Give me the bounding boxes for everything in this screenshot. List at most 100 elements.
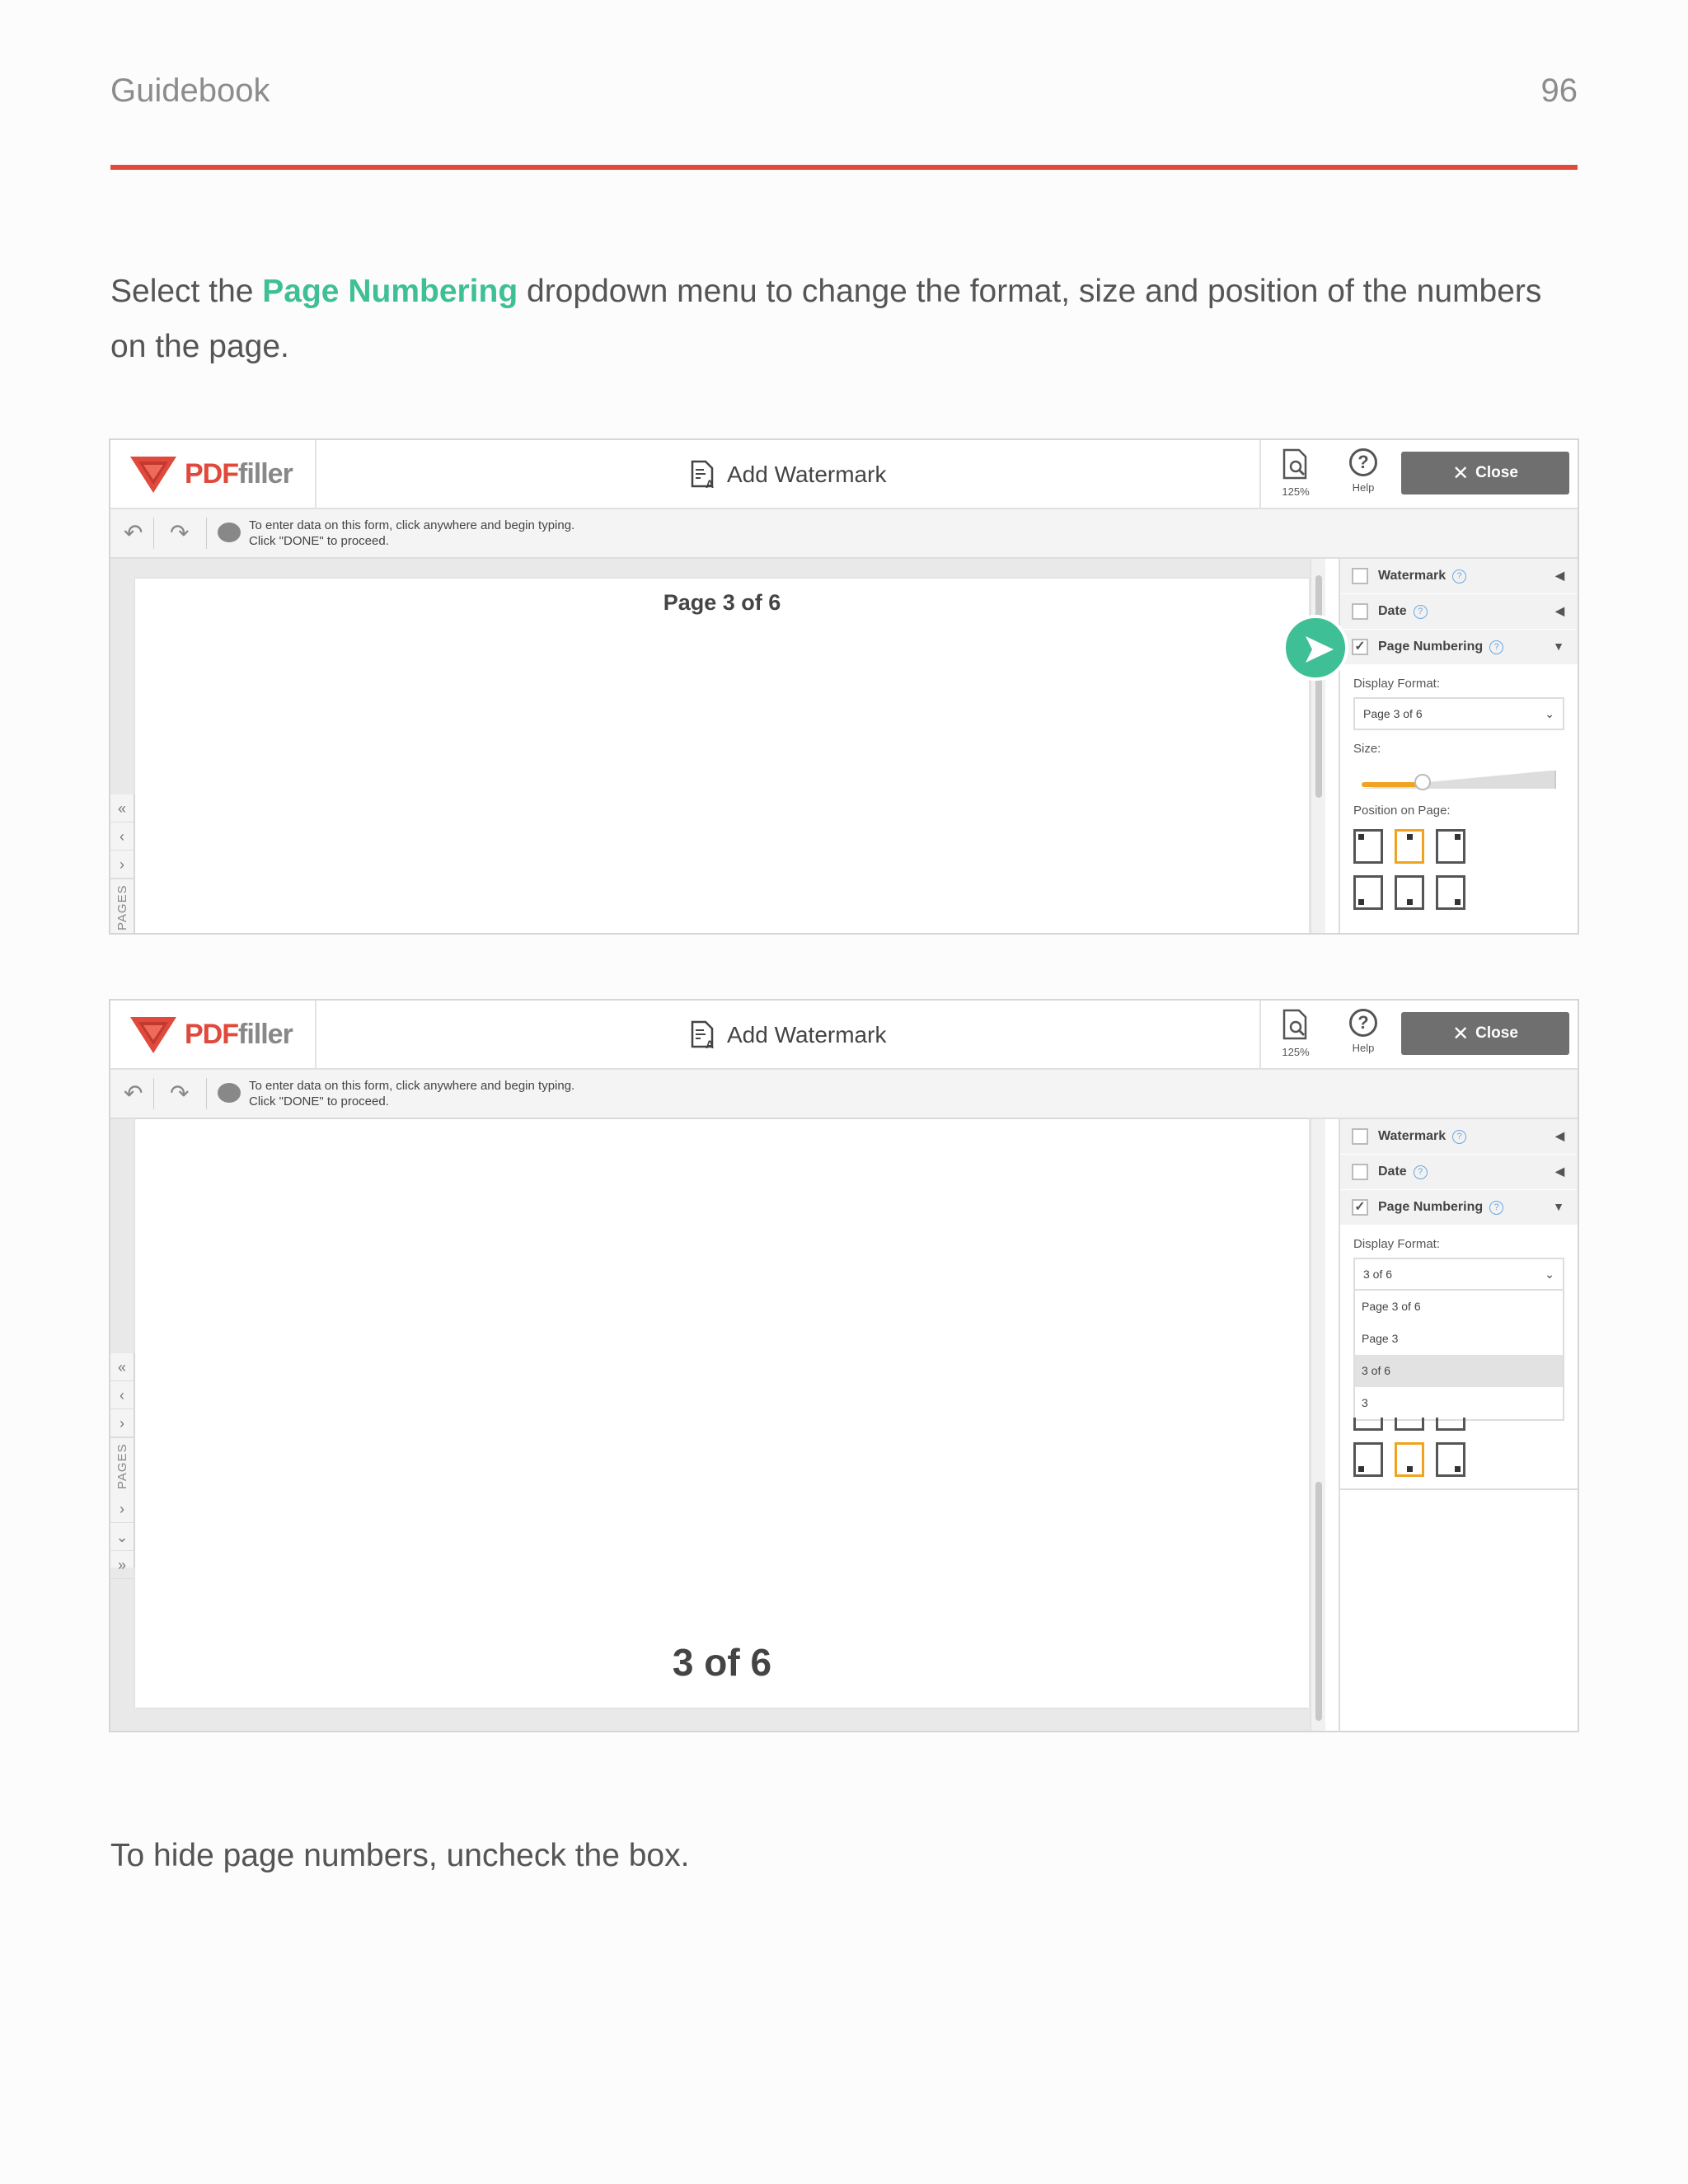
- down-page-icon[interactable]: ⌄: [110, 1523, 134, 1551]
- slider-knob[interactable]: [1414, 774, 1431, 790]
- dropdown-option[interactable]: Page 3: [1355, 1323, 1563, 1355]
- divider: [153, 1078, 154, 1109]
- position-top-right[interactable]: [1436, 1418, 1465, 1431]
- document-area[interactable]: 3 of 6: [110, 1119, 1325, 1731]
- prev-page-icon[interactable]: ‹: [110, 823, 134, 851]
- pdffiller-logo-icon: [130, 1017, 176, 1053]
- display-format-label: Display Format:: [1353, 677, 1441, 691]
- page-numbering-row[interactable]: ✓ Page Numbering? ▼: [1340, 1190, 1578, 1226]
- help-question-icon[interactable]: ?: [1489, 1200, 1504, 1215]
- chat-icon: [218, 523, 241, 542]
- help-button[interactable]: ? Help: [1330, 440, 1396, 509]
- watermark-document-icon: A: [691, 1020, 714, 1050]
- position-top-center[interactable]: [1395, 829, 1424, 864]
- last-page-icon[interactable]: »: [110, 1551, 134, 1579]
- next-page-icon[interactable]: ›: [110, 851, 134, 879]
- next-page-icon[interactable]: ›: [110, 1409, 134, 1437]
- collapse-caret-icon[interactable]: ▼: [1553, 640, 1564, 653]
- close-icon: ✕: [1452, 462, 1470, 485]
- page-numbering-checkbox[interactable]: ✓: [1352, 1199, 1368, 1216]
- date-row[interactable]: Date? ◀: [1340, 1155, 1578, 1190]
- display-format-select[interactable]: Page 3 of 6 ⌄: [1353, 697, 1564, 730]
- document-page[interactable]: 3 of 6: [135, 1119, 1309, 1708]
- help-question-icon[interactable]: ?: [1452, 569, 1467, 583]
- redo-icon[interactable]: ↷: [170, 1080, 189, 1107]
- dropdown-option[interactable]: Page 3 of 6: [1355, 1291, 1563, 1323]
- redo-icon[interactable]: ↷: [170, 519, 189, 546]
- size-slider[interactable]: [1353, 767, 1564, 792]
- close-button[interactable]: ✕ Close: [1401, 1012, 1569, 1055]
- tool-title: A Add Watermark: [687, 1017, 886, 1053]
- svg-text:A: A: [706, 1038, 714, 1050]
- logo-filler-text: filler: [238, 1019, 293, 1050]
- position-top-right[interactable]: [1436, 829, 1465, 864]
- intro-paragraph: Select the Page Numbering dropdown menu …: [110, 264, 1578, 374]
- zoom-button[interactable]: 125%: [1259, 440, 1330, 509]
- scroll-thumb[interactable]: [1315, 575, 1322, 798]
- editor-subbar: ↶ ↷ To enter data on this form, click an…: [110, 1070, 1578, 1119]
- position-bottom-center[interactable]: [1395, 875, 1424, 910]
- date-checkbox[interactable]: [1352, 1164, 1368, 1180]
- position-bottom-left[interactable]: [1353, 1442, 1383, 1477]
- next-page-icon[interactable]: ›: [110, 1495, 134, 1523]
- page-numbering-label: Page Numbering: [1378, 640, 1484, 654]
- date-checkbox[interactable]: [1352, 603, 1368, 620]
- position-bottom-right[interactable]: [1436, 875, 1465, 910]
- zoom-button[interactable]: 125%: [1259, 1001, 1330, 1070]
- watermark-row[interactable]: Watermark? ◀: [1340, 559, 1578, 594]
- close-button[interactable]: ✕ Close: [1401, 452, 1569, 494]
- document-page[interactable]: Page 3 of 6: [135, 579, 1309, 933]
- collapse-caret-icon[interactable]: ▼: [1553, 1200, 1564, 1213]
- pdffiller-logo[interactable]: PDFfiller: [110, 1001, 316, 1070]
- dropdown-option-selected[interactable]: 3 of 6: [1355, 1355, 1563, 1387]
- help-question-icon[interactable]: ?: [1452, 1129, 1467, 1144]
- position-bottom-center[interactable]: [1395, 1442, 1424, 1477]
- page-numbering-checkbox[interactable]: ✓: [1352, 639, 1368, 655]
- editor-toolbar: PDFfiller A Add Watermark 125% ? Help ✕ …: [110, 1001, 1578, 1070]
- help-button[interactable]: ? Help: [1330, 1001, 1396, 1070]
- date-row[interactable]: Date? ◀: [1340, 594, 1578, 630]
- display-format-value: 3 of 6: [1363, 1268, 1393, 1281]
- prev-page-icon[interactable]: ‹: [110, 1381, 134, 1409]
- first-page-icon[interactable]: «: [110, 794, 134, 823]
- expand-caret-icon[interactable]: ◀: [1555, 1129, 1564, 1143]
- watermark-document-icon: A: [691, 460, 714, 490]
- document-area[interactable]: Page 3 of 6: [110, 559, 1325, 933]
- first-page-icon[interactable]: «: [110, 1353, 134, 1381]
- hint-line-2: Click "DONE" to proceed.: [249, 1094, 389, 1108]
- undo-icon[interactable]: ↶: [124, 519, 143, 546]
- position-bottom-right[interactable]: [1436, 1442, 1465, 1477]
- vertical-scrollbar[interactable]: [1311, 1119, 1325, 1731]
- page-number-label: Page 3 of 6: [663, 590, 781, 615]
- pdffiller-logo[interactable]: PDFfiller: [110, 440, 316, 509]
- display-format-dropdown: Page 3 of 6 Page 3 3 of 6 3: [1353, 1291, 1564, 1421]
- zoom-label: 125%: [1282, 1046, 1310, 1058]
- display-format-select[interactable]: 3 of 6 ⌄: [1353, 1258, 1564, 1291]
- undo-icon[interactable]: ↶: [124, 1080, 143, 1107]
- help-question-icon[interactable]: ?: [1413, 604, 1428, 619]
- dropdown-option[interactable]: 3: [1355, 1387, 1563, 1419]
- scroll-thumb[interactable]: [1315, 1482, 1322, 1721]
- pages-label: PAGES: [110, 879, 135, 933]
- help-question-icon[interactable]: ?: [1489, 640, 1504, 654]
- watermark-panel: Watermark? ◀ Date? ◀ ✓ Page Numbering? ▼ Dis…: [1339, 1119, 1578, 1731]
- position-top-center[interactable]: [1395, 1418, 1424, 1431]
- svg-text:A: A: [706, 477, 714, 490]
- position-bottom-left[interactable]: [1353, 875, 1383, 910]
- date-label: Date: [1378, 604, 1407, 618]
- expand-caret-icon[interactable]: ◀: [1555, 604, 1564, 618]
- expand-caret-icon[interactable]: ◀: [1555, 569, 1564, 583]
- watermark-checkbox[interactable]: [1352, 1128, 1368, 1145]
- position-top-left[interactable]: [1353, 1418, 1383, 1431]
- page-numbering-row[interactable]: ✓ Page Numbering? ▼: [1340, 630, 1578, 665]
- position-top-left[interactable]: [1353, 829, 1383, 864]
- editor-hint: To enter data on this form, click anywhe…: [249, 518, 574, 549]
- editor-hint: To enter data on this form, click anywhe…: [249, 1078, 574, 1109]
- expand-caret-icon[interactable]: ◀: [1555, 1165, 1564, 1179]
- watermark-row[interactable]: Watermark? ◀: [1340, 1119, 1578, 1155]
- position-grid: [1353, 829, 1578, 910]
- editor-toolbar: PDFfiller A Add Watermark 125% ? Help ✕ …: [110, 440, 1578, 509]
- chevron-down-icon: ⌄: [1545, 706, 1554, 720]
- watermark-checkbox[interactable]: [1352, 568, 1368, 584]
- help-question-icon[interactable]: ?: [1413, 1165, 1428, 1179]
